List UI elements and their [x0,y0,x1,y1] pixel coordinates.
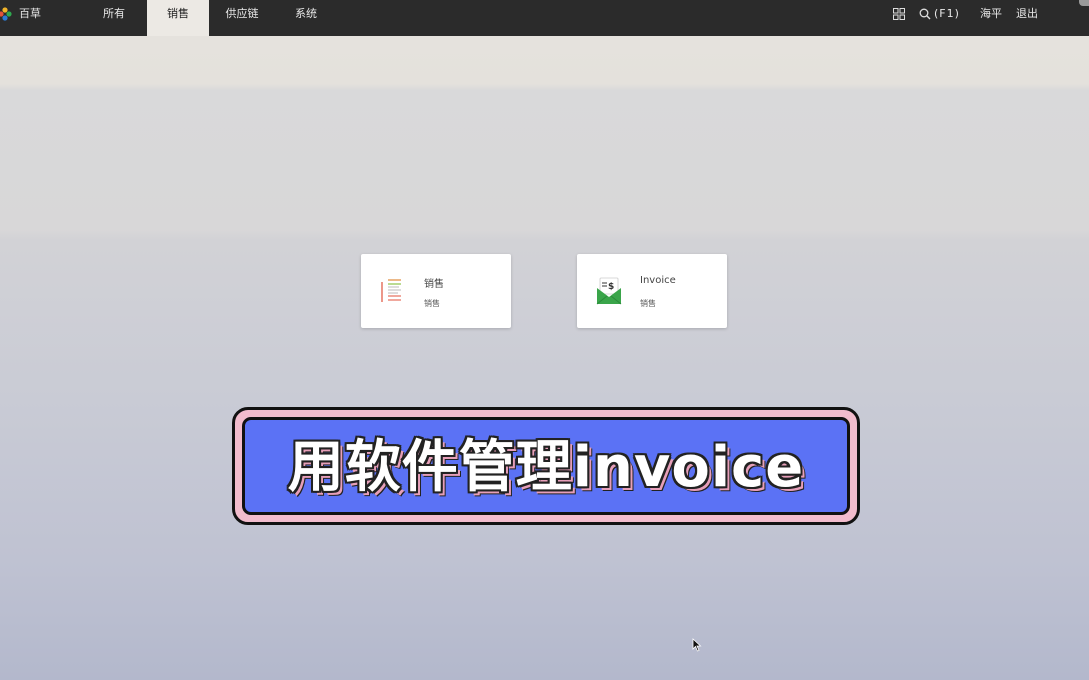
search-shortcut: (F1) [934,7,960,20]
nav-tab-label: 所有 [103,7,125,20]
nav-tab-label: 系统 [295,7,317,20]
nav-tab-supply-chain[interactable]: 供应链 [222,0,262,36]
app-card-invoice[interactable]: $ Invoice 销售 [577,254,727,328]
caption-text: 用软件管理invoice [287,435,805,500]
invoice-envelope-icon: $ [596,277,622,305]
caption-banner: 用软件管理invoice [232,407,860,525]
nav-tab-all[interactable]: 所有 [96,0,132,36]
brand-name[interactable]: 百草 [19,0,41,28]
corner-handle [1079,0,1089,6]
nav-tab-sales[interactable]: 销售 [147,0,209,36]
caption-banner-inner: 用软件管理invoice [242,417,850,515]
apps-grid-icon[interactable] [893,8,905,20]
app-card-sales[interactable]: 销售 销售 [361,254,511,328]
nav-tab-label: 供应链 [225,7,259,20]
svg-text:$: $ [608,282,614,292]
card-title: 销售 [424,279,444,290]
nav-tab-label: 销售 [167,7,189,20]
nav-tab-system[interactable]: 系统 [290,0,322,36]
user-menu[interactable]: 海平 [980,0,1002,28]
mouse-cursor-icon [692,638,702,652]
search-icon [919,8,931,20]
card-title: Invoice [640,275,676,286]
card-subtitle: 销售 [640,299,656,308]
card-subtitle: 销售 [424,299,440,308]
top-navbar: 百草 所有 销售 供应链 系统 (F1) 海平 退出 [0,0,1089,36]
logout-link[interactable]: 退出 [1016,0,1038,28]
sales-document-icon [381,278,402,302]
logo-icon [0,7,12,21]
